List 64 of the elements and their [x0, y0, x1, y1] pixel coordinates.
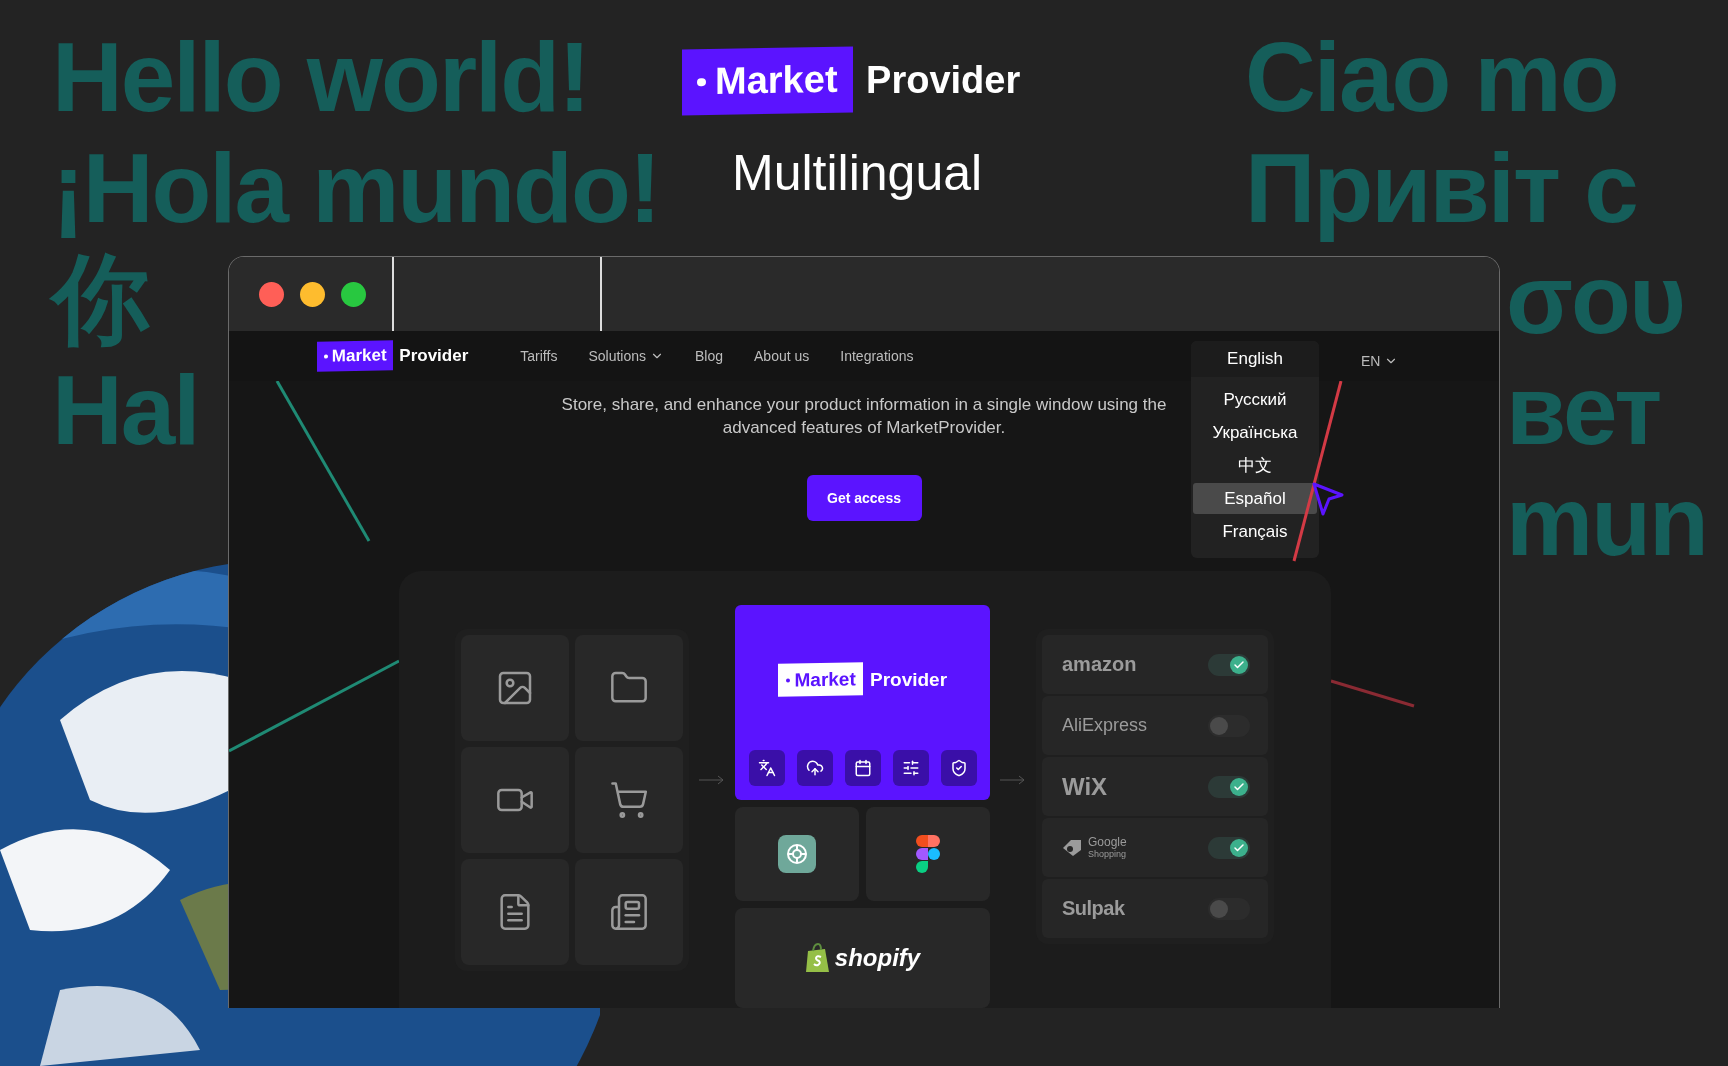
shield-check-icon	[949, 759, 968, 777]
sliders-icon	[901, 759, 920, 777]
feature-button[interactable]	[748, 750, 785, 786]
translate-icon	[757, 759, 776, 777]
arrow-icon	[699, 775, 725, 785]
feature-button[interactable]	[892, 750, 929, 786]
language-current[interactable]: English	[1191, 341, 1319, 377]
headline-subtitle: Multilingual	[732, 143, 983, 202]
integration-logo: Google	[1088, 835, 1127, 848]
arrow-icon	[1000, 775, 1026, 785]
toggle-switch[interactable]	[1208, 836, 1250, 859]
window-control[interactable]	[341, 281, 366, 307]
integration-logo-subtitle: Shopping	[1088, 848, 1127, 860]
nav-link[interactable]: Integrations	[840, 348, 914, 364]
toggle-switch[interactable]	[1208, 653, 1250, 676]
language-option[interactable]: 中文	[1193, 450, 1317, 481]
feature-button[interactable]	[796, 750, 833, 786]
figma-logo-icon	[915, 835, 941, 873]
integration-logo: amazon	[1062, 653, 1137, 676]
logo-badge: Market	[777, 662, 864, 698]
language-option[interactable]: Русский	[1193, 384, 1317, 415]
nav-link[interactable]: Tariffs	[520, 348, 558, 364]
calendar-icon	[853, 759, 872, 777]
language-option[interactable]: Français	[1193, 516, 1317, 547]
toggle-switch[interactable]	[1208, 897, 1250, 920]
logo-name: Provider	[399, 346, 469, 366]
nav-link[interactable]: Solutions	[588, 348, 664, 364]
brand-badge: Market	[682, 46, 853, 116]
newspaper-icon	[609, 892, 649, 932]
check-icon	[1233, 658, 1245, 671]
feature-button[interactable]	[844, 750, 881, 786]
logo-name: Provider	[869, 668, 948, 691]
shopping-bag-icon	[804, 943, 831, 973]
cloud-upload-icon	[805, 759, 824, 777]
cart-icon	[609, 780, 649, 820]
background-headline: ¡Hola mundo!	[52, 133, 660, 244]
background-headline: Hal	[52, 355, 199, 466]
integration-logo: AliExpress	[1062, 715, 1148, 736]
brand-name: Provider	[866, 59, 1021, 103]
background-headline: Привіт с	[1245, 133, 1637, 244]
background-headline: вет	[1506, 355, 1661, 466]
tag-icon	[1062, 838, 1082, 857]
logo-badge: Market	[317, 340, 394, 372]
background-headline: Hello world!	[52, 22, 589, 133]
check-icon	[1233, 780, 1245, 793]
nav-link[interactable]: Blog	[695, 348, 724, 364]
feature-button[interactable]	[940, 750, 977, 786]
background-headline: Ciao mo	[1245, 22, 1618, 133]
language-switch[interactable]: EN	[1361, 353, 1399, 369]
hero-text: Store, share, and enhance your product information in a single window using the advanced features of MarketProvider.	[560, 394, 1168, 439]
nav-link[interactable]: About us	[754, 348, 810, 364]
shopify-logo: shopify	[834, 944, 921, 972]
get-access-button[interactable]: Get access	[806, 475, 922, 521]
language-option[interactable]: Українська	[1193, 417, 1317, 448]
window-control[interactable]	[300, 281, 325, 307]
language-option[interactable]: Español	[1193, 483, 1317, 514]
check-icon	[1233, 841, 1245, 854]
integration-logo: Sulpak	[1062, 897, 1125, 920]
toggle-switch[interactable]	[1208, 714, 1250, 737]
toggle-switch[interactable]	[1208, 775, 1250, 798]
background-headline: mun	[1506, 466, 1707, 577]
integration-logo: WiX	[1062, 772, 1108, 801]
background-headline: σου	[1506, 244, 1684, 355]
window-control[interactable]	[259, 281, 284, 307]
